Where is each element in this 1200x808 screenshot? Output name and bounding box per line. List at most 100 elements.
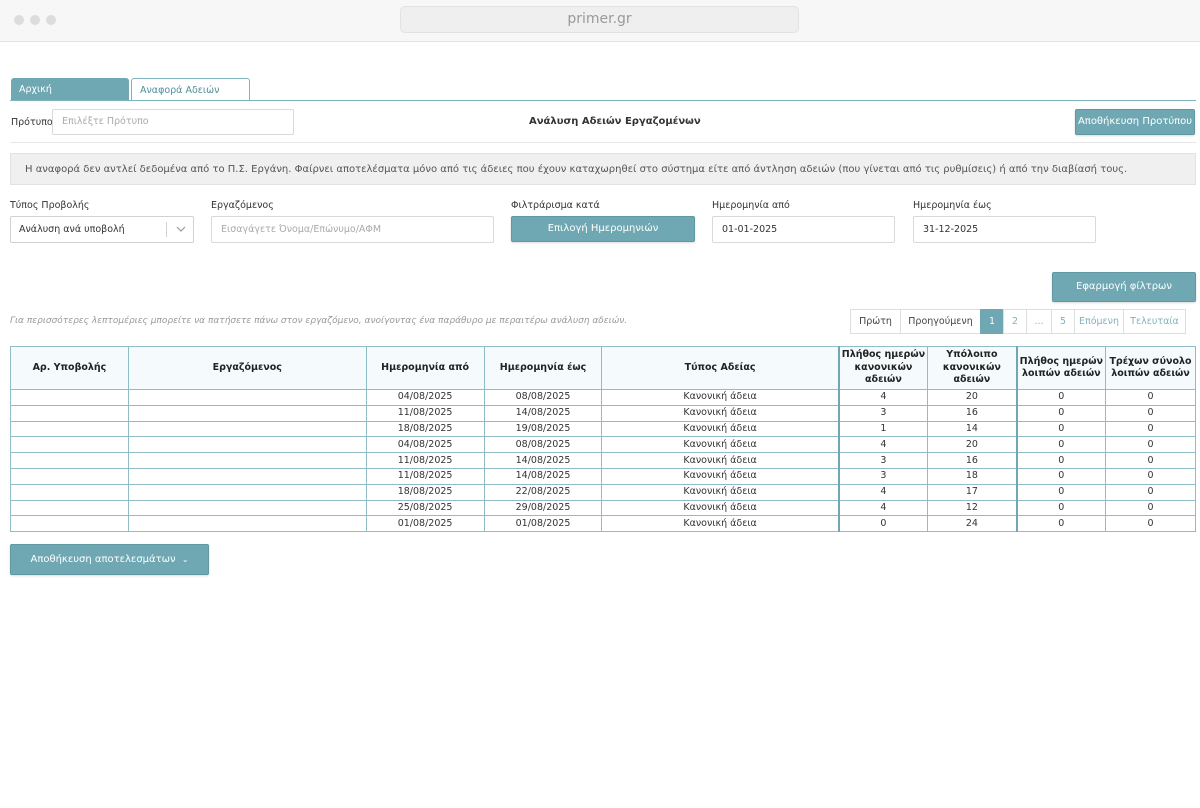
table-cell: Κανονική άδεια	[601, 452, 840, 469]
pagination: Πρώτη Προηγούμενη 1 2 ... 5 Επόμενη Τελε…	[850, 309, 1186, 334]
table-cell: 0	[1105, 404, 1196, 422]
table-row[interactable]: 11/08/2025 14/08/2025 Κανονική άδεια 3 16 0 0	[10, 452, 1196, 469]
browser-titlebar: primer.gr	[0, 0, 1200, 42]
hint-text: Για περισσότερες λεπτομέριες μπορείτε να…	[10, 316, 628, 326]
table-cell: 4	[837, 483, 929, 501]
table-row[interactable]: 18/08/2025 19/08/2025 Κανονική άδεια 1 14 0 0	[10, 420, 1196, 438]
table-cell: 18	[927, 467, 1018, 485]
view-type-select[interactable]: Ανάλυση ανά υποβολή	[10, 216, 194, 243]
select-divider	[166, 222, 167, 237]
address-bar[interactable]: primer.gr	[400, 6, 799, 33]
table-cell: 04/08/2025	[365, 389, 485, 406]
col-employee[interactable]: Εργαζόμενος	[127, 346, 367, 390]
date-to-label: Ημερομηνία έως	[913, 200, 992, 211]
table-header-row: Αρ. Υποβολής Εργαζόμενος Ημερομηνία από …	[10, 346, 1196, 390]
table-cell: 12	[927, 499, 1018, 517]
date-to-input[interactable]: 31-12-2025	[913, 216, 1096, 243]
table-cell: 20	[927, 389, 1018, 406]
table-cell: 14/08/2025	[483, 467, 603, 485]
window-dot-minimize[interactable]	[30, 15, 40, 25]
table-row[interactable]: 11/08/2025 14/08/2025 Κανονική άδεια 3 16 0 0	[10, 404, 1196, 422]
table-cell: 0	[1105, 467, 1196, 485]
table-cell: 11/08/2025	[365, 467, 485, 485]
col-regular-days[interactable]: Πλήθος ημερών κανονικών αδειών	[837, 346, 929, 390]
col-other-total[interactable]: Τρέχων σύνολο λοιπών αδειών	[1105, 346, 1196, 390]
table-cell	[127, 452, 367, 469]
window-dot-maximize[interactable]	[46, 15, 56, 25]
table-cell: 0	[1016, 420, 1107, 438]
col-date-to[interactable]: Ημερομηνία έως	[483, 346, 603, 390]
table-row[interactable]: 11/08/2025 14/08/2025 Κανονική άδεια 3 18 0 0	[10, 467, 1196, 485]
table-cell: 29/08/2025	[483, 499, 603, 517]
table-cell: 1	[837, 420, 929, 438]
view-type-value: Ανάλυση ανά υποβολή	[19, 224, 125, 235]
employee-label: Εργαζόμενος	[211, 200, 274, 211]
table-cell	[10, 499, 129, 517]
table-cell	[127, 420, 367, 438]
table-cell	[127, 515, 367, 533]
table-cell: 3	[837, 467, 929, 485]
page-last[interactable]: Τελευταία	[1123, 309, 1186, 334]
page-1[interactable]: 1	[980, 309, 1004, 334]
employee-search-input[interactable]: Εισαγάγετε Όνομα/Επώνυμο/ΑΦΜ	[211, 216, 494, 243]
table-cell	[127, 499, 367, 517]
page-5[interactable]: 5	[1051, 309, 1075, 334]
table-cell: 0	[1105, 452, 1196, 469]
col-other-days[interactable]: Πλήθος ημερών λοιπών αδειών	[1016, 346, 1107, 390]
save-template-button[interactable]: Αποθήκευση Προτύπου	[1075, 109, 1195, 135]
table-cell: 4	[837, 499, 929, 517]
tab-divider	[10, 100, 1196, 101]
chevron-down-icon: ⌄	[181, 555, 189, 564]
col-regular-balance[interactable]: Υπόλοιπο κανονικών αδειών	[927, 346, 1018, 390]
table-cell: 08/08/2025	[483, 389, 603, 406]
date-from-input[interactable]: 01-01-2025	[712, 216, 895, 243]
table-cell: Κανονική άδεια	[601, 515, 840, 533]
table-cell: 16	[927, 452, 1018, 469]
filter-by-label: Φιλτράρισμα κατά	[511, 200, 600, 211]
table-cell: 11/08/2025	[365, 452, 485, 469]
table-cell: Κανονική άδεια	[601, 436, 840, 454]
table-row[interactable]: 25/08/2025 29/08/2025 Κανονική άδεια 4 12 0 0	[10, 499, 1196, 517]
table-row[interactable]: 18/08/2025 22/08/2025 Κανονική άδεια 4 17 0 0	[10, 483, 1196, 501]
apply-filters-button[interactable]: Εφαρμογή φίλτρων	[1052, 272, 1196, 302]
table-row[interactable]: 01/08/2025 01/08/2025 Κανονική άδεια 0 24 0 0	[10, 515, 1196, 533]
table-cell: 0	[1016, 404, 1107, 422]
page-first[interactable]: Πρώτη	[850, 309, 901, 334]
table-cell: 0	[1016, 483, 1107, 501]
select-dates-button[interactable]: Επιλογή Ημερομηνιών	[511, 216, 695, 242]
table-cell	[10, 420, 129, 438]
divider	[10, 142, 1196, 143]
table-cell: 0	[1016, 436, 1107, 454]
table-cell: 01/08/2025	[365, 515, 485, 533]
table-cell: 19/08/2025	[483, 420, 603, 438]
table-cell: 0	[1016, 499, 1107, 517]
info-notice: Η αναφορά δεν αντλεί δεδομένα από το Π.Σ…	[10, 153, 1196, 185]
view-type-label: Τύπος Προβολής	[10, 200, 90, 211]
col-leave-type[interactable]: Τύπος Αδείας	[601, 346, 840, 390]
page-next[interactable]: Επόμενη	[1074, 309, 1124, 334]
table-cell	[10, 483, 129, 501]
date-from-label: Ημερομηνία από	[712, 200, 790, 211]
export-results-button[interactable]: Αποθήκευση αποτελεσμάτων ⌄	[10, 544, 209, 575]
table-cell: 0	[1105, 499, 1196, 517]
table-cell: 3	[837, 404, 929, 422]
col-date-from[interactable]: Ημερομηνία από	[365, 346, 485, 390]
table-row[interactable]: 04/08/2025 08/08/2025 Κανονική άδεια 4 20 0 0	[10, 389, 1196, 406]
table-cell: 0	[1105, 436, 1196, 454]
table-cell: 24	[927, 515, 1018, 533]
table-cell: 18/08/2025	[365, 483, 485, 501]
table-cell	[10, 515, 129, 533]
table-cell	[127, 436, 367, 454]
page-2[interactable]: 2	[1003, 309, 1027, 334]
tab-home[interactable]: Αρχική	[11, 78, 129, 101]
table-cell: 0	[1016, 515, 1107, 533]
template-select[interactable]: Επιλέξτε Πρότυπο	[52, 109, 294, 135]
table-row[interactable]: 04/08/2025 08/08/2025 Κανονική άδεια 4 20 0 0	[10, 436, 1196, 454]
tab-leave-report[interactable]: Αναφορά Αδειών	[131, 78, 250, 101]
table-cell: 20	[927, 436, 1018, 454]
window-dot-close[interactable]	[14, 15, 24, 25]
page-title: Ανάλυση Αδειών Εργαζομένων	[529, 116, 701, 127]
col-submission-no[interactable]: Αρ. Υποβολής	[10, 346, 129, 390]
page-prev[interactable]: Προηγούμενη	[900, 309, 981, 334]
template-label: Πρότυπο	[11, 117, 53, 128]
